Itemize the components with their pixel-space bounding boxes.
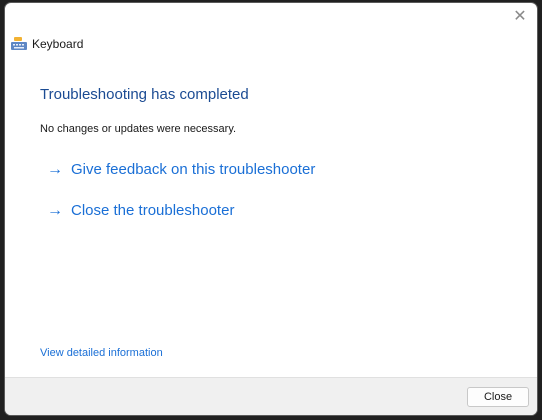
give-feedback-label: Give feedback on this troubleshooter <box>71 161 316 178</box>
close-troubleshooter-link[interactable]: → Close the troubleshooter <box>47 202 234 219</box>
status-message: No changes or updates were necessary. <box>40 123 237 135</box>
view-detailed-information-link[interactable]: View detailed information <box>40 347 163 359</box>
window-title: Keyboard <box>32 37 84 51</box>
arrow-right-icon: → <box>47 160 63 178</box>
close-troubleshooter-label: Close the troubleshooter <box>71 202 235 219</box>
page-title: Troubleshooting has completed <box>40 86 249 103</box>
dialog-footer: Close <box>5 377 537 415</box>
troubleshooter-dialog: ✕ Keyboard Troubleshooting has completed… <box>4 2 538 416</box>
keyboard-icon <box>11 37 27 50</box>
close-icon[interactable]: ✕ <box>512 9 528 25</box>
give-feedback-link[interactable]: → Give feedback on this troubleshooter <box>47 161 315 178</box>
close-button[interactable]: Close <box>467 387 529 407</box>
window-titlebar: Keyboard <box>11 37 83 51</box>
arrow-right-icon: → <box>47 201 63 219</box>
